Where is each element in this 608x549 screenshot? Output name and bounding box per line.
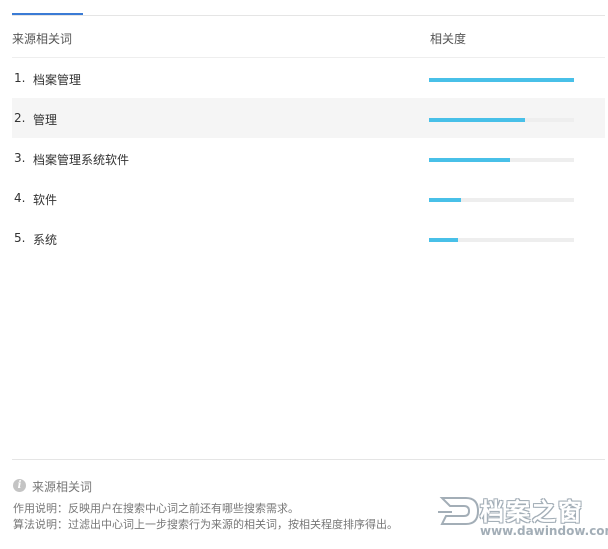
footer-algorithm: 算法说明：过滤出中心词上一步搜索行为来源的相关词，按相关程度排序得出。	[13, 518, 398, 531]
term-column-header: 来源相关词	[12, 32, 73, 46]
tab-divider	[12, 15, 605, 16]
relevance-bar-track	[429, 198, 574, 202]
table-header: 来源相关词 相关度	[12, 24, 605, 58]
relevance-bar-fill	[429, 238, 458, 242]
relevance-bar-track	[429, 78, 574, 82]
footer-title: 来源相关词	[32, 480, 93, 494]
table-row[interactable]: 4. 软件	[12, 178, 605, 218]
relevance-bar-fill	[429, 78, 574, 82]
table-row[interactable]: 1. 档案管理	[12, 58, 605, 98]
row-number: 3.	[14, 151, 26, 165]
row-number: 2.	[14, 111, 26, 125]
relevance-bar-track	[429, 158, 574, 162]
tab-bar	[0, 0, 608, 16]
table-row[interactable]: 2. 管理	[12, 98, 605, 138]
relevance-bar-track	[429, 118, 574, 122]
watermark-url: www.dawindow.com	[480, 524, 608, 538]
row-term[interactable]: 档案管理	[33, 71, 81, 88]
watermark-name: 档案之窗	[480, 498, 584, 526]
footer-description: 作用说明：反映用户在搜索中心词之前还有哪些搜索需求。	[13, 502, 299, 515]
row-term[interactable]: 系统	[33, 231, 57, 248]
footer-divider	[12, 459, 605, 460]
row-number: 4.	[14, 191, 26, 205]
relevance-bar-fill	[429, 118, 525, 122]
relevance-column-header: 相关度	[430, 32, 467, 46]
row-number: 1.	[14, 71, 26, 85]
row-term[interactable]: 软件	[33, 191, 57, 208]
relevance-bar-fill	[429, 158, 511, 162]
watermark: 档案之窗 www.dawindow.com	[436, 490, 608, 546]
table-row[interactable]: 5. 系统	[12, 218, 605, 258]
relevance-bar-fill	[429, 198, 461, 202]
row-number: 5.	[14, 231, 26, 245]
related-terms-list: 1. 档案管理 2. 管理 3. 档案管理系统软件 4. 软件 5. 系统	[12, 58, 605, 258]
info-icon[interactable]: i	[13, 479, 26, 492]
relevance-bar-track	[429, 238, 574, 242]
watermark-logo-icon	[438, 497, 480, 525]
table-row[interactable]: 3. 档案管理系统软件	[12, 138, 605, 178]
row-term[interactable]: 档案管理系统软件	[33, 151, 129, 168]
row-term[interactable]: 管理	[33, 111, 57, 128]
